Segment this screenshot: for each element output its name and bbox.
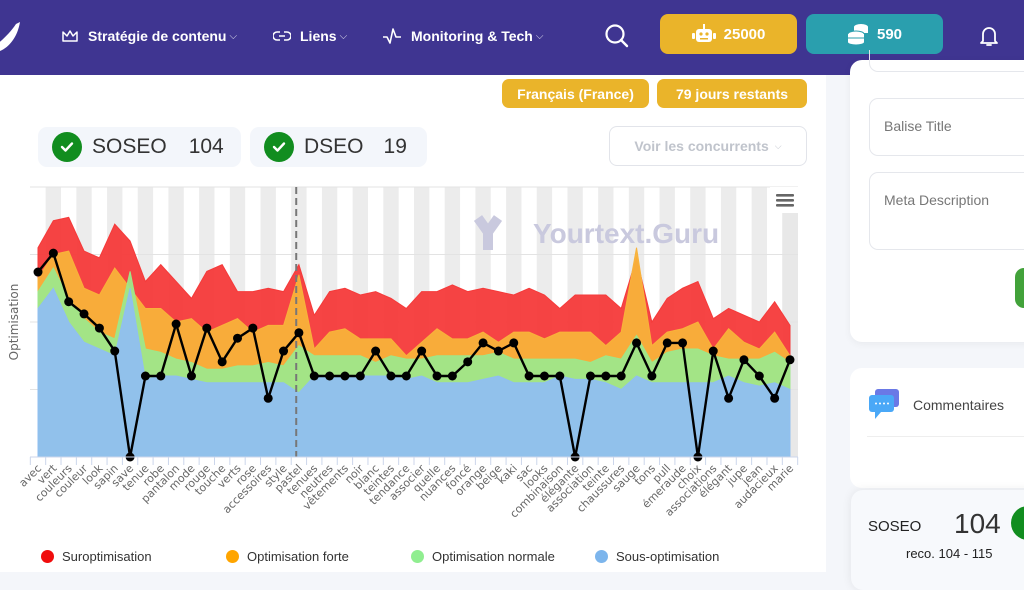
data-point [708,346,718,356]
data-point [233,333,243,343]
data-point [509,338,519,348]
data-point [371,346,381,356]
data-point [447,371,457,381]
data-point [555,371,565,381]
data-point [202,323,212,333]
data-point [48,248,58,258]
data-point [355,371,365,381]
legend-dot [41,550,54,563]
data-point [524,371,534,381]
soseo-summary-card: SOSEO 104 reco. 104 - 115 [851,490,1024,590]
data-point [263,393,273,403]
hamburger-icon [776,199,794,202]
soseo-value: 104 [954,508,1001,539]
data-point [478,338,488,348]
data-point [432,371,442,381]
data-point [79,309,89,319]
data-point [585,371,595,381]
data-point [662,338,672,348]
comments-panel: Commentaires [850,368,1024,488]
bell-icon[interactable] [978,23,1000,49]
legend-dot [226,550,239,563]
data-point [539,371,549,381]
coin-credits-button[interactable]: 590 [806,14,943,54]
data-point [616,371,626,381]
hamburger-icon [776,204,794,207]
legend-suroptimisation[interactable]: Suroptimisation [41,549,152,564]
legend-optimisation-normale[interactable]: Optimisation normale [411,549,555,564]
data-point [186,371,196,381]
data-point [156,371,166,381]
data-point [279,346,289,356]
title-tag-field[interactable]: Balise Title [869,98,1024,156]
legend-dot [595,550,608,563]
legend-optimisation-forte[interactable]: Optimisation forte [226,549,349,564]
hamburger-icon [776,194,794,197]
data-point [386,371,396,381]
data-point [601,371,611,381]
data-point [248,323,258,333]
data-point [340,371,350,381]
data-point [785,355,795,365]
data-point [140,371,150,381]
check-icon [1011,506,1024,540]
watermark-text: Yourtext.Guru [533,218,719,249]
data-point [647,371,657,381]
soseo-label: SOSEO [868,518,922,535]
data-point [64,297,74,307]
data-point [632,338,642,348]
data-point [309,371,319,381]
data-point [33,267,43,277]
data-point [294,328,304,338]
data-point [401,371,411,381]
data-point [724,393,734,403]
legend-sous-optimisation[interactable]: Sous-optimisation [595,549,719,564]
data-point [171,319,181,329]
data-point [739,355,749,365]
save-button[interactable] [1015,268,1024,308]
data-point [325,371,335,381]
data-point [770,393,780,403]
divider [867,436,1024,437]
data-point [94,323,104,333]
meta-description-field[interactable]: Meta Description [869,172,1024,250]
y-axis-label: Optimisation [7,284,21,361]
optimisation-chart: Yourtext.Guruavecvertcouleurscouleurlook… [7,186,800,520]
legend-label: Suroptimisation [62,549,152,564]
data-point [463,357,473,367]
soseo-recommendation: reco. 104 - 115 [906,546,993,561]
meta-panel: Balise Title Meta Description [850,50,1024,342]
data-point [417,346,427,356]
coin-credits-value: 590 [876,25,903,43]
coins-icon [847,24,868,45]
legend-dot [411,550,424,563]
legend-label: Optimisation forte [247,549,349,564]
data-point [678,338,688,348]
comments-icon [869,389,899,419]
previous-field[interactable] [869,50,1024,72]
data-point [217,357,227,367]
data-point [493,346,503,356]
data-point [110,346,120,356]
comments-title: Commentaires [913,397,1005,413]
data-point [754,371,764,381]
legend-label: Sous-optimisation [616,549,720,564]
legend-label: Optimisation normale [432,549,555,564]
